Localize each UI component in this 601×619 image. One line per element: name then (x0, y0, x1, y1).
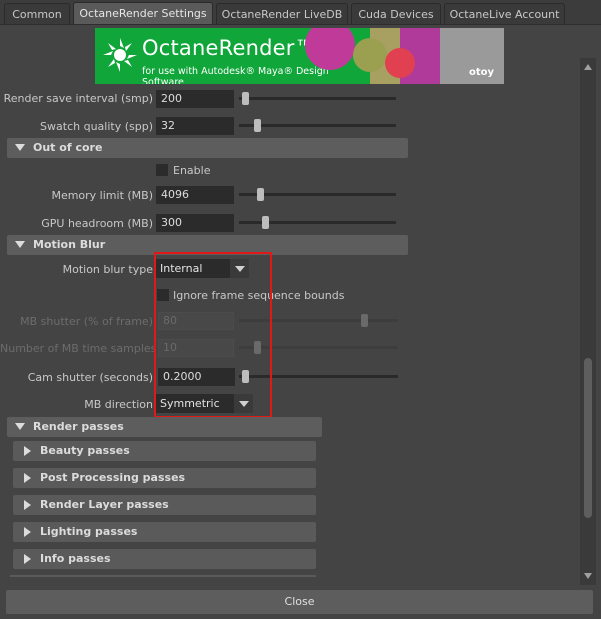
subsection-info-passes[interactable]: Info passes (13, 549, 316, 569)
banner-sphere (385, 48, 415, 78)
memory-limit-slider-thumb[interactable] (257, 188, 264, 201)
tab-octanelive-account[interactable]: OctaneLive Account (444, 3, 565, 24)
expand-arrow-icon (24, 446, 31, 456)
collapse-arrow-icon (15, 241, 25, 248)
scrollbar-thumb[interactable] (584, 358, 592, 518)
banner-title: OctaneRender™ (142, 36, 316, 60)
post-processing-passes-label: Post Processing passes (40, 471, 186, 484)
gpu-headroom-slider-thumb[interactable] (261, 216, 269, 229)
section-motion-blur-label: Motion Blur (33, 238, 106, 251)
memory-limit-label: Memory limit (MB) (51, 189, 153, 202)
expand-arrow-icon (24, 527, 31, 537)
settings-panel: OctaneRender™ for use with Autodesk® May… (0, 24, 601, 585)
expand-arrow-icon (24, 473, 31, 483)
mb-shutter-label: MB shutter (% of frame) (20, 315, 153, 328)
subsection-lighting-passes[interactable]: Lighting passes (13, 522, 316, 542)
tab-octanerender-livedb[interactable]: OctaneRender LiveDB (216, 3, 348, 24)
swatch-quality-label: Swatch quality (spp) (40, 120, 153, 133)
swatch-quality-slider-thumb[interactable] (254, 119, 261, 132)
memory-limit-field[interactable]: 4096 (156, 186, 234, 204)
section-out-of-core[interactable]: Out of core (7, 138, 408, 158)
lighting-passes-label: Lighting passes (40, 525, 138, 538)
octanerender-banner: OctaneRender™ for use with Autodesk® May… (95, 28, 504, 84)
banner-sphere (353, 38, 387, 72)
scroll-up-arrow-icon[interactable] (584, 64, 592, 70)
tab-octanerender-settings[interactable]: OctaneRender Settings (73, 2, 213, 24)
gpu-headroom-field[interactable]: 300 (156, 214, 234, 232)
out-of-core-enable-checkbox[interactable] (156, 164, 168, 176)
swatch-quality-field[interactable]: 32 (156, 117, 234, 135)
info-passes-label: Info passes (40, 552, 111, 565)
subsection-beauty-passes[interactable]: Beauty passes (13, 441, 316, 461)
tab-bar: Common OctaneRender Settings OctaneRende… (0, 0, 601, 24)
section-out-of-core-label: Out of core (33, 141, 103, 154)
scroll-down-arrow-icon[interactable] (584, 573, 592, 579)
expand-arrow-icon (24, 500, 31, 510)
render-save-interval-label: Render save interval (smp) (3, 92, 153, 105)
expand-arrow-icon (24, 554, 31, 564)
subsection-render-layer-passes[interactable]: Render Layer passes (13, 495, 316, 515)
motion-blur-type-label: Motion blur type (62, 263, 153, 276)
section-render-passes-label: Render passes (33, 420, 124, 433)
section-render-passes[interactable]: Render passes (7, 417, 322, 437)
tab-common[interactable]: Common (4, 3, 70, 24)
render-save-interval-slider-thumb[interactable] (242, 92, 249, 105)
out-of-core-enable-label: Enable (173, 164, 211, 177)
otoy-logo: otoy (468, 67, 494, 78)
beauty-passes-label: Beauty passes (40, 444, 130, 457)
mb-shutter-slider-thumb (360, 314, 368, 327)
render-save-interval-field[interactable]: 200 (156, 90, 234, 108)
swatch-quality-slider-track[interactable] (239, 124, 396, 127)
subsection-post-processing-passes[interactable]: Post Processing passes (13, 468, 316, 488)
collapse-arrow-icon (15, 423, 25, 430)
render-layer-passes-label: Render Layer passes (40, 498, 169, 511)
mb-time-samples-label: Number of MB time samples (0, 342, 157, 355)
mb-direction-label: MB direction (84, 398, 153, 411)
gpu-headroom-label: GPU headroom (MB) (41, 217, 153, 230)
divider (10, 575, 316, 577)
cam-shutter-label: Cam shutter (seconds) (27, 371, 153, 384)
render-save-interval-slider-track[interactable] (239, 97, 396, 100)
tab-cuda-devices[interactable]: Cuda Devices (351, 3, 441, 24)
close-button[interactable]: Close (6, 590, 593, 614)
octane-logo-icon (103, 38, 137, 72)
annotation-highlight-box (154, 252, 272, 418)
vertical-scrollbar[interactable] (580, 58, 596, 585)
collapse-arrow-icon (15, 144, 25, 151)
